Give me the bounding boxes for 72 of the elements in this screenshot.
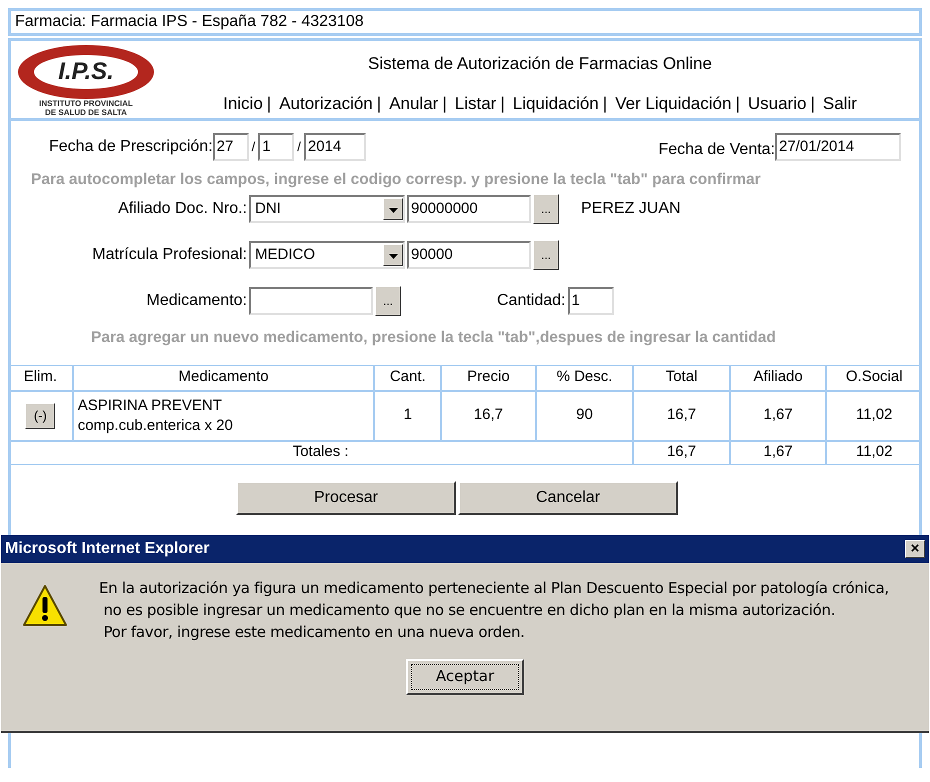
menu-link[interactable]: Ver Liquidación <box>615 90 732 116</box>
menu-link[interactable]: Inicio <box>223 90 263 116</box>
column-header: Medicamento <box>72 364 374 390</box>
menu-separator: | <box>735 92 740 115</box>
column-header: Afiliado <box>730 364 826 390</box>
column-header: Cant. <box>374 364 442 390</box>
warning-icon <box>21 582 69 628</box>
table-cell: 1,67 <box>730 390 826 440</box>
menu-link[interactable]: Listar <box>454 90 496 116</box>
field-label: Fecha de Prescripción: <box>49 137 213 157</box>
column-header: Total <box>633 364 730 390</box>
year-field[interactable]: 2014 <box>304 133 366 161</box>
medication-field[interactable] <box>249 287 373 316</box>
table-cell: 11,02 <box>826 390 922 440</box>
column-header: % Desc. <box>536 364 634 390</box>
menu-separator: | <box>602 92 608 115</box>
lookup-button[interactable]: ... <box>533 240 559 270</box>
menu-link[interactable]: Salir <box>822 90 857 116</box>
dialog-message: Por favor, ingrese este medicamento en una nueva orden. <box>102 622 526 642</box>
table-cell: 16,7 <box>441 390 536 440</box>
field-label: Afiliado Doc. Nro.: <box>117 199 247 220</box>
accept-button[interactable]: Aceptar <box>406 658 524 694</box>
table-cell: 1,67 <box>730 440 826 464</box>
logo-caption: DE SALUD DE SALTA <box>45 108 127 117</box>
type-select[interactable]: DNI <box>249 195 405 224</box>
table-cell: 1 <box>374 390 442 440</box>
dialog-message: En la autorización ya figura un medicamento perteneciente al Plan Descuento Especial por patología crónica, <box>99 578 889 598</box>
type-select[interactable]: MEDICO <box>249 241 405 270</box>
field-label: Medicamento: <box>146 291 247 312</box>
logo-caption: INSTITUTO PROVINCIAL <box>39 99 133 108</box>
action-button[interactable]: Procesar <box>236 480 456 514</box>
logo-mark: I.P.S. <box>58 57 114 87</box>
field-label: Cantidad: <box>497 291 566 312</box>
document-number-field[interactable]: 90000000 <box>407 195 531 224</box>
column-header: Precio <box>441 364 536 390</box>
affiliate-name: PEREZ JUAN <box>581 199 681 220</box>
menu-link[interactable]: Anular <box>389 90 438 116</box>
column-header: Elim. <box>8 364 73 390</box>
lookup-button[interactable]: ... <box>375 286 401 316</box>
month-field[interactable]: 1 <box>258 133 294 161</box>
table-cell: 90 <box>536 390 634 440</box>
date-separator: / <box>297 138 301 156</box>
field-label: Fecha de Venta: <box>658 140 775 160</box>
add-medication-hint: Para agregar un nuevo medicamento, presione la tecla "tab",despues de ingresar la cantidad <box>90 328 777 348</box>
menu-link[interactable]: Usuario <box>748 90 806 116</box>
field-label: Matrícula Profesional: <box>91 245 247 266</box>
menu-separator: | <box>266 92 272 115</box>
action-button[interactable]: Cancelar <box>458 480 678 514</box>
day-field[interactable]: 27 <box>212 133 249 161</box>
table-cell: 16,7 <box>633 440 730 464</box>
menu-link[interactable]: Liquidación <box>512 90 599 116</box>
menu-separator: | <box>810 92 815 115</box>
dialog-message: no es posible ingresar un medicamento que no se encuentre en dicho plan en la misma autorización. <box>102 600 836 620</box>
table-cell: 16,7 <box>633 390 730 440</box>
menu-separator: | <box>500 92 505 115</box>
table-cell: ASPIRINA PREVENT comp.cub.enterica x 20 <box>72 390 374 440</box>
remove-button[interactable]: (-) <box>25 402 56 428</box>
totals-label: Totales : <box>8 440 634 464</box>
table-cell: 11,02 <box>826 440 922 464</box>
system-title: Sistema de Autorización de Farmacias Online <box>368 53 712 75</box>
menu-separator: | <box>376 92 382 115</box>
autocomplete-hint: Para autocompletar los campos, ingrese el codigo corresp. y presione la tecla "tab" para confirmar <box>30 170 762 190</box>
pharmacy-bar: Farmacia: Farmacia IPS - España 782 - 4323108 <box>8 8 922 36</box>
menu-separator: | <box>442 92 447 115</box>
dialog-title: Microsoft Internet Explorer <box>5 538 210 558</box>
date-separator: / <box>252 138 256 156</box>
close-button[interactable]: × <box>905 540 925 558</box>
lookup-button[interactable]: ... <box>533 194 559 224</box>
license-number-field[interactable]: 90000 <box>407 241 531 270</box>
sale-date-field[interactable]: 27/01/2014 <box>775 133 901 161</box>
menu-link[interactable]: Autorización <box>279 90 373 116</box>
quantity-field[interactable]: 1 <box>568 287 614 316</box>
